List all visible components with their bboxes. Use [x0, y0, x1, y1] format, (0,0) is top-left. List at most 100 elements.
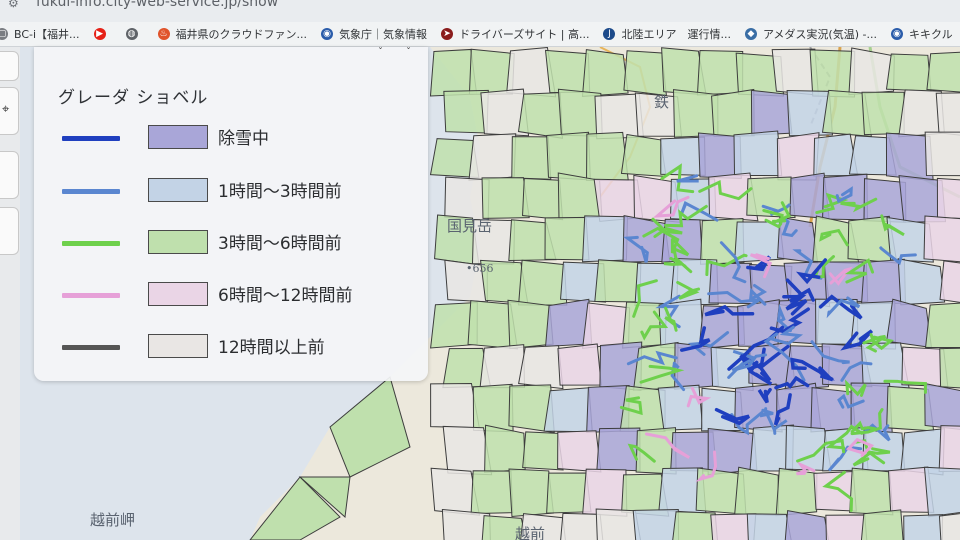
bookmark-item[interactable]: ◍	[125, 28, 144, 40]
legend-line-swatch	[62, 345, 120, 350]
district-polygon	[557, 343, 602, 386]
bookmark-item[interactable]: ◆ アメダス実況(気温) -...	[744, 26, 877, 42]
cube-icon: ◆	[744, 28, 757, 40]
region-label: 越前	[515, 525, 546, 540]
district-polygon	[734, 466, 779, 516]
district-polygon	[468, 133, 517, 181]
district-polygon	[861, 91, 905, 136]
district-polygon	[776, 132, 820, 181]
legend-line-swatch	[62, 293, 120, 298]
district-polygon	[776, 216, 819, 264]
district-polygon	[711, 88, 755, 137]
bookmark-label: 気象庁｜気象情報	[339, 28, 428, 41]
district-polygon	[935, 92, 960, 136]
elevation-label: •656	[466, 262, 494, 275]
district-polygon	[557, 430, 602, 473]
address-bar[interactable]: ⚙ fukui-info.city-web-service.jp/show	[0, 0, 960, 22]
district-polygon	[903, 514, 944, 540]
district-polygon	[581, 49, 629, 97]
district-polygon	[923, 215, 960, 263]
legend-panel: ˇ ˇ グレーダ ショベル 除雪中 1時間〜3時間前 3時間〜6時間前 6時間〜12時…	[34, 47, 428, 381]
mountain-label: 国見岳	[447, 217, 493, 235]
district-polygon	[924, 131, 960, 177]
legend-label: 1時間〜3時間前	[218, 182, 342, 202]
bookmark-item[interactable]: ♨ 福井県のクラウドファン...	[157, 26, 308, 42]
district-polygon	[924, 382, 960, 430]
page-icon: ▢	[0, 28, 8, 40]
bookmark-label: BC-i【福井...	[14, 28, 80, 41]
district-polygon	[517, 92, 563, 139]
district-polygon	[926, 51, 960, 93]
district-polygon	[939, 260, 960, 303]
legend-area-swatch	[148, 125, 208, 149]
district-polygon	[623, 50, 667, 97]
district-polygon	[470, 470, 514, 515]
legend-area-swatch	[148, 282, 208, 306]
district-polygon	[885, 53, 932, 92]
district-polygon	[518, 345, 564, 390]
legend-label: 除雪中	[218, 129, 269, 149]
district-polygon	[733, 130, 783, 177]
cape-label: 越前岬	[90, 511, 136, 529]
map-controls: ⌖	[0, 47, 20, 540]
legend-area-swatch	[148, 334, 208, 358]
district-polygon	[849, 467, 894, 516]
district-polygon	[522, 178, 564, 221]
legend-title: グレーダ ショベル	[58, 88, 209, 108]
district-polygon	[430, 383, 480, 429]
legend-line-swatch	[62, 189, 120, 194]
legend-line-swatch	[62, 241, 120, 246]
district-polygon	[936, 177, 960, 219]
bookmark-label: 北陸エリア 運行情...	[621, 28, 731, 41]
bookmark-label: ドライバーズサイト | 高...	[459, 28, 590, 41]
district-polygon	[546, 131, 591, 181]
district-polygon	[939, 347, 960, 389]
globe-icon: ◍	[125, 28, 138, 40]
jma-icon: ◉	[321, 28, 334, 40]
district-polygon	[594, 259, 642, 303]
district-polygon	[925, 302, 960, 348]
bookmark-item[interactable]: ◉ キキクル	[890, 26, 953, 42]
layer-button[interactable]	[0, 151, 19, 199]
bookmark-item[interactable]: ▶	[93, 28, 112, 40]
legend-label: 12時間以上前	[218, 338, 325, 358]
legend-label: 3時間〜6時間前	[218, 234, 342, 254]
district-polygon	[775, 467, 818, 517]
bookmark-item[interactable]: ◉ 気象庁｜気象情報	[321, 26, 427, 42]
chevron-down-icon[interactable]: ˇ	[378, 47, 383, 58]
district-polygon	[632, 508, 680, 540]
district-polygon	[708, 262, 755, 305]
site-info-icon[interactable]: ⚙	[8, 0, 19, 10]
district-polygon	[938, 513, 960, 540]
bookmark-item[interactable]: J 北陸エリア 運行情...	[603, 26, 731, 42]
bookmark-item[interactable]: ➤ ドライバーズサイト | 高...	[441, 26, 589, 42]
legend-line-swatch	[62, 136, 120, 141]
district-polygon	[938, 425, 960, 472]
chevron-down-icon[interactable]: ˇ	[406, 47, 411, 58]
legend-area-swatch	[148, 230, 208, 254]
district-polygon	[809, 49, 856, 98]
jr-icon: J	[603, 28, 616, 40]
district-polygon	[582, 302, 631, 349]
district-polygon	[543, 387, 593, 433]
bookmark-item[interactable]: ▢ BC-i【福井...	[0, 26, 80, 42]
legend-label: 6時間〜12時間前	[218, 286, 353, 306]
district-polygon	[479, 344, 526, 389]
rail-label: 鉄	[654, 93, 670, 111]
district-polygon	[923, 466, 960, 518]
legend-area-swatch	[148, 178, 208, 202]
district-polygon	[620, 133, 667, 178]
bookmark-label: 福井県のクラウドファン...	[175, 28, 308, 41]
district-polygon	[860, 509, 904, 540]
bookmark-label: キキクル	[908, 28, 953, 41]
district-polygon	[481, 177, 530, 219]
district-polygon	[472, 383, 514, 433]
zoom-in-button[interactable]	[0, 51, 19, 81]
info-button[interactable]	[0, 207, 19, 255]
district-polygon	[657, 384, 704, 431]
district-polygon	[750, 89, 793, 136]
flame-icon: ♨	[157, 28, 170, 40]
locate-button[interactable]: ⌖	[0, 87, 19, 135]
road-icon: ➤	[441, 28, 454, 40]
crosshair-icon: ⌖	[2, 102, 10, 117]
